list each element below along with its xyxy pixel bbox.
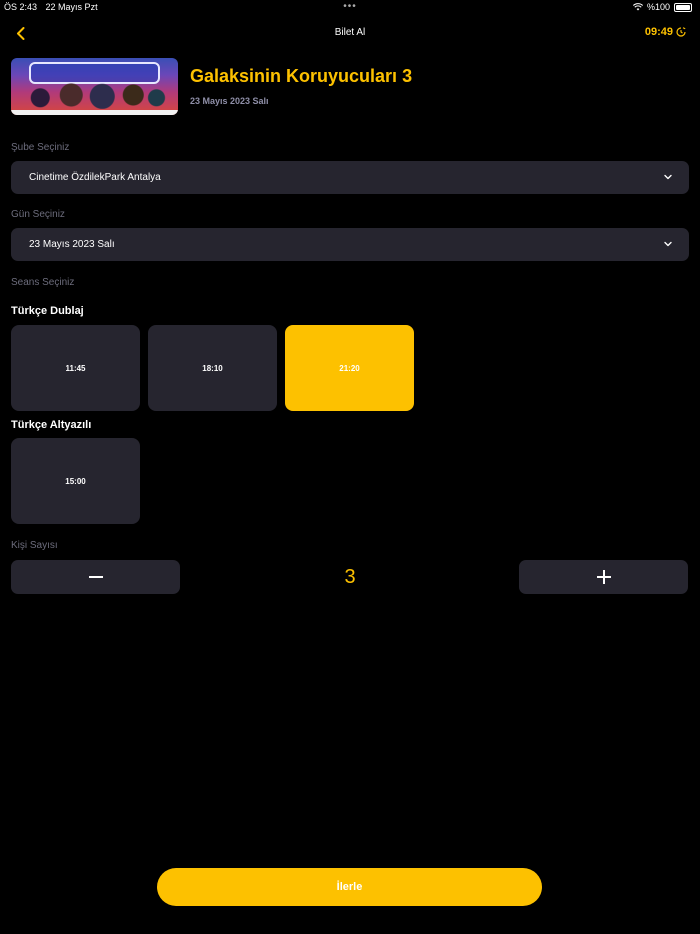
day-dropdown[interactable]: 23 Mayıs 2023 Salı	[11, 228, 689, 261]
movie-title: Galaksinin Koruyucuları 3	[190, 66, 413, 86]
status-time: ÖS 2:43	[4, 2, 38, 12]
chevron-down-icon	[664, 241, 672, 247]
status-right: %100	[632, 2, 692, 12]
nav-title: Bilet Al	[334, 27, 366, 38]
status-date: 22 Mayıs Pzt	[45, 2, 98, 12]
plus-icon	[596, 570, 611, 584]
movie-poster	[11, 58, 178, 115]
battery-percent: %100	[646, 2, 670, 12]
movie-date: 23 Mayıs 2023 Salı	[190, 96, 269, 106]
multitask-dots-icon[interactable]: •••	[343, 1, 357, 12]
nav-bar: Bilet Al 09:49	[0, 20, 700, 46]
status-left: ÖS 2:43 22 Mayıs Pzt	[4, 2, 104, 12]
chevron-down-icon	[664, 174, 672, 180]
session-button-1500[interactable]: 15:00	[11, 438, 140, 524]
movie-header: Galaksinin Koruyucuları 3 23 Mayıs 2023 …	[11, 58, 689, 116]
back-button[interactable]	[10, 23, 30, 43]
session-time: 21:20	[339, 363, 360, 373]
timer-value: 09:49	[644, 26, 673, 38]
poster-artwork	[17, 81, 172, 109]
session-button-1810[interactable]: 18:10	[148, 325, 277, 411]
people-label: Kişi Sayısı	[11, 540, 58, 551]
timer-icon	[676, 27, 686, 37]
sessions-label: Seans Seçiniz	[11, 277, 75, 288]
countdown-timer: 09:49	[645, 26, 686, 38]
chevron-left-icon	[16, 26, 24, 40]
next-button[interactable]: İlerle	[157, 868, 542, 906]
wifi-icon	[632, 3, 643, 11]
day-label: Gün Seçiniz	[11, 209, 65, 220]
next-label: İlerle	[336, 881, 363, 893]
branch-dropdown[interactable]: Cinetime ÖzdilekPark Antalya	[11, 161, 689, 194]
day-value: 23 Mayıs 2023 Salı	[29, 239, 115, 250]
branch-label: Şube Seçiniz	[11, 142, 70, 153]
session-time: 18:10	[202, 363, 223, 373]
branch-value: Cinetime ÖzdilekPark Antalya	[29, 172, 161, 183]
session-time: 11:45	[65, 363, 86, 373]
session-group-title-altyazili: Türkçe Altyazılı	[11, 419, 92, 431]
poster-strip	[11, 110, 178, 115]
session-button-2120[interactable]: 21:20	[285, 325, 414, 411]
session-time: 15:00	[65, 476, 86, 486]
battery-icon	[674, 2, 692, 12]
session-group-title-dublaj: Türkçe Dublaj	[11, 305, 84, 317]
increase-button[interactable]	[519, 560, 688, 594]
status-bar: ÖS 2:43 22 Mayıs Pzt ••• %100	[0, 0, 700, 14]
session-button-1145[interactable]: 11:45	[11, 325, 140, 411]
